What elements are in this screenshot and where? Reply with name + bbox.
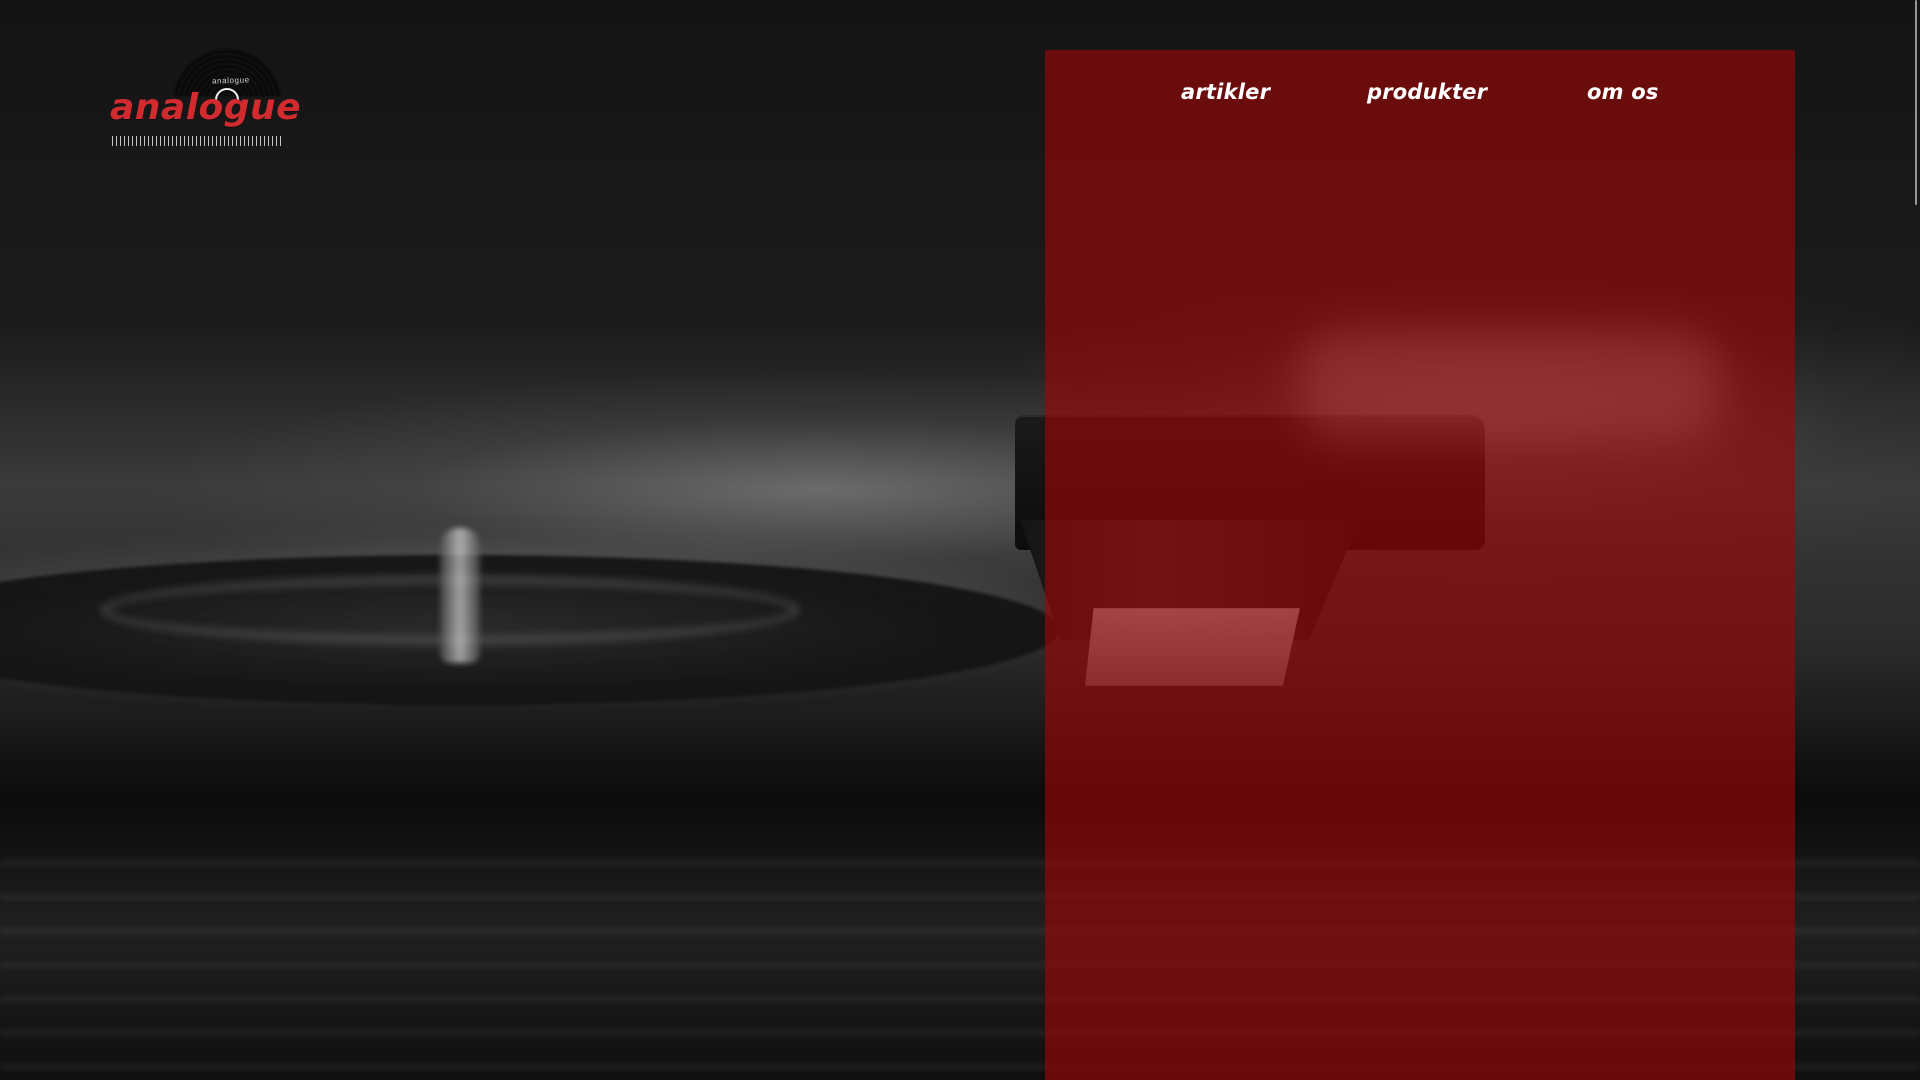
site-logo[interactable]: analogue analogue	[110, 48, 301, 148]
nav-item-produkter[interactable]: produkter	[1367, 80, 1487, 104]
nav-item-om-os[interactable]: om os	[1587, 80, 1659, 104]
logo-ticks-decoration	[112, 136, 282, 146]
logo-wordmark: analogue	[110, 87, 302, 128]
scrollbar-thumb[interactable]	[1915, 0, 1917, 205]
page: analogue analogue artikler produkter om …	[0, 0, 1920, 1080]
record-spindle	[440, 528, 480, 663]
red-overlay-panel	[1045, 50, 1795, 1080]
nav-item-artikler[interactable]: artikler	[1181, 80, 1270, 104]
logo-record-label-text: analogue	[211, 75, 250, 86]
main-navigation: artikler produkter om os	[1045, 50, 1795, 140]
